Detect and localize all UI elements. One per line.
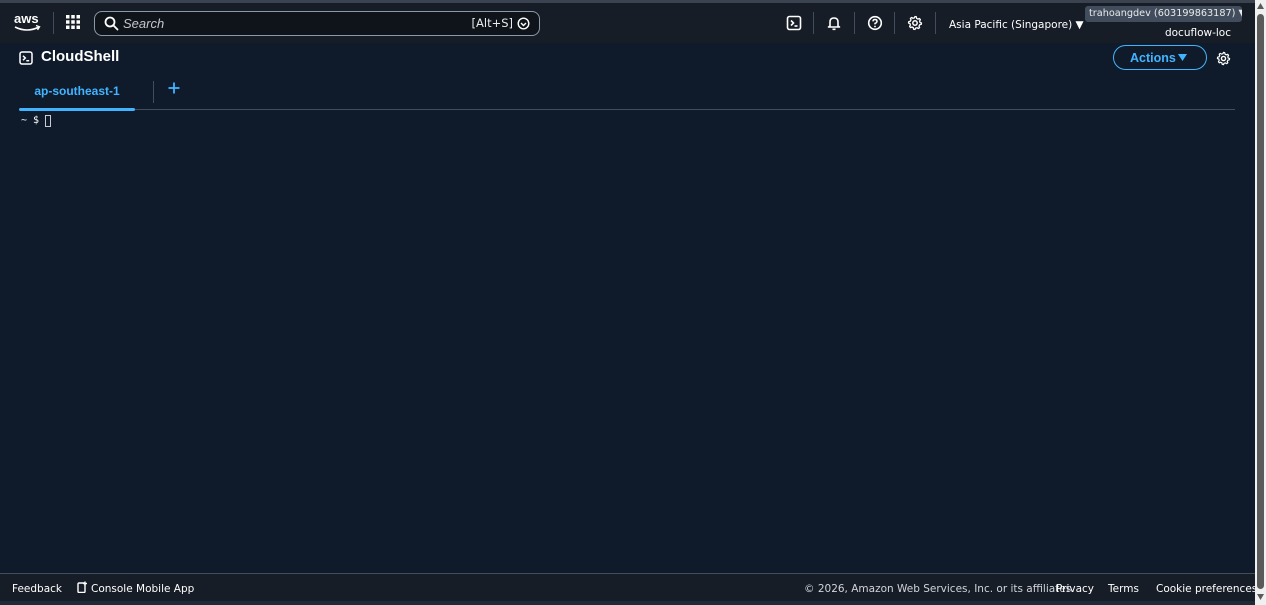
nav-divider <box>935 12 936 34</box>
terminal-cursor <box>45 115 51 127</box>
bottom-strip <box>0 601 1255 605</box>
terminal[interactable]: ~ $ <box>21 115 1241 570</box>
mobile-app-icon <box>77 581 87 593</box>
search-bar[interactable]: [Alt+S] <box>94 11 540 36</box>
region-selector[interactable]: Asia Pacific (Singapore) ▼ <box>949 19 1084 31</box>
search-shortcut-label: [Alt+S] <box>471 16 513 30</box>
account-alias: docuflow-loc <box>1164 27 1231 39</box>
search-icon <box>104 16 119 31</box>
caret-down-icon <box>1178 54 1187 61</box>
cloudshell-icon[interactable] <box>786 15 802 31</box>
tab-ap-southeast-1[interactable]: ap-southeast-1 <box>19 77 135 111</box>
feedback-link[interactable]: Feedback <box>12 583 62 595</box>
scroll-up-icon[interactable] <box>1257 3 1264 9</box>
plus-icon[interactable] <box>167 81 181 95</box>
nav-divider <box>53 12 54 34</box>
console-mobile-app-link[interactable]: Console Mobile App <box>91 583 194 595</box>
cloudshell-icon <box>19 51 33 65</box>
top-navigation: aws [Alt+S] <box>0 0 1255 43</box>
scrollbar-thumb[interactable] <box>1257 14 1264 589</box>
footer: Feedback Console Mobile App © 2026, Amaz… <box>0 573 1257 601</box>
page-title: CloudShell <box>41 48 120 65</box>
tab-divider <box>153 81 154 103</box>
copyright-text: © 2026, Amazon Web Services, Inc. or its… <box>804 583 1075 595</box>
vertical-scrollbar[interactable] <box>1255 0 1266 605</box>
gear-icon[interactable] <box>907 15 923 31</box>
search-input[interactable] <box>123 14 453 33</box>
keyboard-shortcut-icon[interactable] <box>517 17 530 30</box>
privacy-link[interactable]: Privacy <box>1056 583 1094 595</box>
nav-divider <box>854 12 855 34</box>
aws-logo-text: aws <box>14 11 39 26</box>
nav-divider <box>813 12 814 34</box>
actions-button-label: Actions <box>1130 50 1176 65</box>
terminal-prompt: ~ $ <box>21 115 40 126</box>
account-menu[interactable]: trahoangdev (603199863187) ▼ <box>1085 6 1242 22</box>
cookie-preferences-link[interactable]: Cookie preferences <box>1156 583 1257 595</box>
terms-link[interactable]: Terms <box>1108 583 1139 595</box>
bell-icon[interactable] <box>826 15 842 31</box>
help-icon[interactable] <box>867 15 883 31</box>
nav-divider <box>894 12 895 34</box>
scroll-down-icon[interactable] <box>1257 594 1264 600</box>
aws-logo[interactable]: aws <box>13 10 41 34</box>
grid-icon[interactable] <box>64 13 82 31</box>
session-tabs: ap-southeast-1 <box>19 77 1235 111</box>
actions-button[interactable]: Actions <box>1113 45 1207 70</box>
gear-icon[interactable] <box>1216 51 1231 66</box>
